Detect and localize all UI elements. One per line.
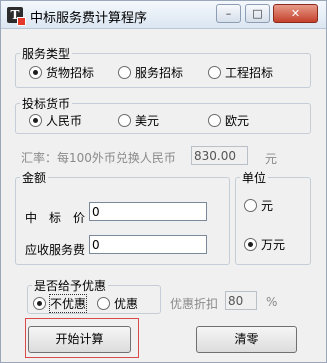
service-fee-input[interactable]: 0	[89, 235, 207, 254]
radio-unselected-icon	[97, 296, 110, 310]
radio-unselected-icon	[118, 65, 131, 79]
bid-price-input[interactable]: 0	[89, 202, 207, 221]
radio-goods-label: 货物招标	[46, 65, 95, 80]
radio-rmb-label: 人民币	[46, 113, 83, 128]
radio-unselected-icon	[244, 198, 257, 212]
radio-discount[interactable]: 优惠	[97, 295, 138, 311]
app-window: T 中标服务费计算程序 – □ ✕ 服务类型 货物招标 服务招标 工程招标 投标…	[0, 0, 327, 363]
radio-rmb[interactable]: 人民币	[29, 112, 82, 128]
start-calculate-button[interactable]: 开始计算	[28, 326, 131, 353]
service-fee-label: 应收服务费	[25, 243, 86, 257]
currency-legend: 投标货币	[22, 97, 71, 111]
discount-legend: 是否给予优惠	[34, 279, 107, 293]
radio-usd-label: 美元	[135, 113, 160, 128]
radio-unselected-icon	[208, 65, 221, 79]
exchange-rate-unit: 元	[265, 152, 278, 166]
exchange-rate-label: 汇率：每100外币兑换人民币	[21, 151, 176, 165]
radio-unselected-icon	[208, 113, 221, 127]
clear-button[interactable]: 清零	[196, 326, 297, 353]
window-title: 中标服务费计算程序	[30, 11, 148, 26]
radio-service-label: 服务招标	[135, 65, 184, 80]
title-bar: T 中标服务费计算程序 – □ ✕	[1, 1, 326, 29]
radio-selected-icon	[29, 65, 42, 79]
radio-selected-icon	[33, 296, 46, 310]
radio-unit-yuan[interactable]: 元	[244, 197, 273, 213]
minimize-button[interactable]: –	[216, 4, 241, 23]
radio-engineering-label: 工程招标	[225, 65, 274, 80]
radio-no-discount-label: 不优惠	[48, 293, 88, 313]
radio-eur[interactable]: 欧元	[208, 112, 249, 128]
radio-unselected-icon	[118, 113, 131, 127]
close-button[interactable]: ✕	[273, 4, 318, 23]
radio-no-discount[interactable]: 不优惠	[33, 293, 88, 313]
exchange-rate-input[interactable]: 830.00	[191, 146, 248, 165]
radio-unit-wanyuan[interactable]: 万元	[244, 236, 285, 252]
unit-legend: 单位	[242, 171, 267, 185]
radio-service[interactable]: 服务招标	[118, 64, 183, 80]
amount-legend: 金额	[22, 171, 47, 185]
radio-selected-icon	[29, 113, 42, 127]
radio-engineering[interactable]: 工程招标	[208, 64, 273, 80]
discount-rate-label: 优惠折扣	[170, 297, 219, 311]
radio-discount-label: 优惠	[114, 296, 139, 311]
radio-unit-yuan-label: 元	[261, 198, 274, 213]
radio-selected-icon	[244, 237, 257, 251]
maximize-button[interactable]: □	[245, 4, 270, 23]
service-type-legend: 服务类型	[22, 47, 71, 61]
radio-eur-label: 欧元	[225, 113, 250, 128]
app-icon: T	[7, 7, 26, 26]
radio-usd[interactable]: 美元	[118, 112, 159, 128]
radio-unit-wanyuan-label: 万元	[261, 237, 286, 252]
bid-price-label: 中 标 价	[25, 211, 86, 225]
radio-goods[interactable]: 货物招标	[29, 64, 94, 80]
discount-rate-unit: %	[266, 295, 278, 309]
discount-rate-input[interactable]: 80	[225, 291, 257, 310]
